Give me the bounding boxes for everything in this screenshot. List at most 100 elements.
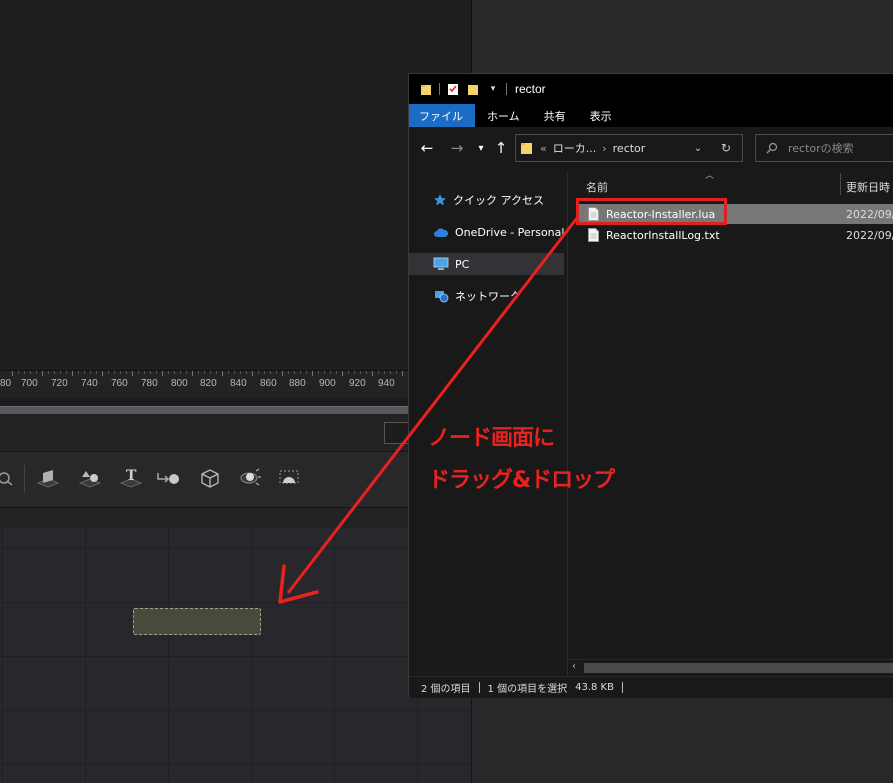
ruler-tick-mark xyxy=(264,371,265,374)
ruler-tick-mark xyxy=(234,371,235,374)
nav-item-label: OneDrive - Personal xyxy=(455,225,565,239)
search-box[interactable]: rectorの検索 xyxy=(755,134,893,162)
ruler-tick-mark xyxy=(348,371,349,374)
column-separator[interactable] xyxy=(840,173,841,195)
panel-button[interactable] xyxy=(384,422,410,444)
ruler-tick-mark xyxy=(240,371,241,374)
nav-item-network[interactable]: ネットワーク xyxy=(409,285,565,307)
breadcrumb-chevron-icon[interactable]: › xyxy=(602,142,606,155)
time-ruler[interactable]: 80 700 720 740 760 780 800 820 840 860 8… xyxy=(0,370,408,398)
ruler-tick-mark xyxy=(132,371,133,376)
column-header-date[interactable]: 更新日時 xyxy=(846,179,890,195)
ruler-tick-mark xyxy=(84,371,85,374)
ruler-tick-mark xyxy=(126,371,127,374)
ruler-tick-mark xyxy=(294,371,295,374)
ruler-tick-mark xyxy=(60,371,61,374)
file-row[interactable]: ReactorInstallLog.txt 2022/09/ xyxy=(578,225,893,245)
folder-icon xyxy=(419,82,433,96)
up-arrow-icon[interactable]: ↑ xyxy=(491,138,511,158)
column-header-name[interactable]: 名前 xyxy=(586,179,608,195)
ruler-tick-mark xyxy=(186,371,187,374)
file-list[interactable]: ︿ 名前 更新日時 Reactor-Installer.lua 2022/09/… xyxy=(568,171,893,659)
ruler-tick-mark xyxy=(402,371,403,376)
back-arrow-icon[interactable]: ← xyxy=(417,138,437,158)
ruler-tick: 840 xyxy=(230,378,247,389)
properties-icon[interactable] xyxy=(446,82,460,96)
address-bar[interactable]: « ローカ... › rector xyxy=(515,134,743,162)
ruler-tick: 820 xyxy=(200,378,217,389)
address-overflow[interactable]: « xyxy=(540,142,547,155)
file-name: ReactorInstallLog.txt xyxy=(606,228,720,242)
ruler-tick-mark xyxy=(252,371,253,376)
tab-share[interactable]: 共有 xyxy=(532,104,578,127)
computer-icon xyxy=(433,257,449,271)
ruler-tick-mark xyxy=(384,371,385,374)
ruler-tick-mark xyxy=(198,371,199,374)
forward-arrow-icon[interactable]: → xyxy=(447,138,467,158)
drop-target-node[interactable] xyxy=(133,608,261,635)
ruler-tick-mark xyxy=(114,371,115,374)
shape3d-icon[interactable] xyxy=(75,463,105,493)
ruler-tick-mark xyxy=(324,371,325,374)
search-icon xyxy=(766,142,778,154)
ruler-tick-mark xyxy=(222,371,223,376)
nav-item-pc[interactable]: PC xyxy=(409,253,564,275)
ruler-tick-mark xyxy=(210,371,211,374)
search-placeholder: rectorの検索 xyxy=(788,142,854,155)
recent-locations-chevron-icon[interactable]: ▾ xyxy=(471,138,491,158)
panel-strip xyxy=(0,414,408,452)
nav-item-label: クイック アクセス xyxy=(453,194,544,207)
customize-quick-access-icon[interactable]: ▾ xyxy=(486,82,500,96)
address-segment[interactable]: rector xyxy=(613,142,646,155)
file-explorer-window[interactable]: ▾ rector ファイル ホーム 共有 表示 ← → ▾ ↑ « ローカ...… xyxy=(408,73,893,698)
ruler-tick-mark xyxy=(396,371,397,374)
annotation-line-2: ドラッグ&ドロップ xyxy=(428,468,615,493)
nav-item-onedrive[interactable]: OneDrive - Personal xyxy=(409,221,565,243)
file-icon xyxy=(588,227,599,242)
merge3d-icon[interactable] xyxy=(154,463,184,493)
sort-ascending-icon: ︿ xyxy=(705,171,715,181)
node-editor-header xyxy=(0,508,408,528)
ruler-tick-mark xyxy=(366,371,367,374)
status-separator xyxy=(621,682,623,693)
ruler-tick-mark xyxy=(258,371,259,374)
ruler-tick-mark xyxy=(144,371,145,374)
effect-icon[interactable] xyxy=(0,463,20,493)
ruler-tick-mark xyxy=(336,371,337,374)
ruler-tick-mark xyxy=(228,371,229,374)
tab-view[interactable]: 表示 xyxy=(578,104,624,127)
ruler-tick-mark xyxy=(330,371,331,374)
status-separator xyxy=(478,682,480,693)
node-editor[interactable] xyxy=(0,508,471,783)
light-icon[interactable] xyxy=(235,463,265,493)
text3d-icon[interactable]: T xyxy=(116,463,146,493)
new-folder-icon[interactable] xyxy=(466,82,480,96)
address-segment[interactable]: ローカ... xyxy=(553,140,597,156)
file-highlight-box xyxy=(576,198,727,225)
ruler-tick-mark xyxy=(372,371,373,376)
image-plane-icon[interactable] xyxy=(33,463,63,493)
ruler-tick-mark xyxy=(24,371,25,374)
horizontal-scrollbar[interactable]: ‹ xyxy=(568,659,893,676)
selection-size: 43.8 KB xyxy=(575,682,614,693)
scrub-bar[interactable] xyxy=(0,406,408,414)
ruler-tick-mark xyxy=(120,371,121,374)
nav-item-quick-access[interactable]: クイック アクセス xyxy=(409,189,565,211)
camera3d-icon[interactable] xyxy=(195,463,225,493)
nav-item-label: ネットワーク xyxy=(455,290,521,303)
tab-file[interactable]: ファイル xyxy=(409,104,475,127)
ruler-tick: 740 xyxy=(81,378,98,389)
tab-home[interactable]: ホーム xyxy=(475,104,532,127)
scrollbar-thumb[interactable] xyxy=(584,663,893,673)
node-editor-right xyxy=(471,696,893,783)
ruler-tick-mark xyxy=(318,371,319,374)
toolbar-separator xyxy=(24,465,25,493)
ruler-tick-mark xyxy=(342,371,343,376)
ruler-tick-mark xyxy=(54,371,55,374)
renderer3d-icon[interactable] xyxy=(274,463,304,493)
address-dropdown-icon[interactable]: ⌄ xyxy=(691,140,705,156)
ruler-tick: 780 xyxy=(141,378,158,389)
refresh-icon[interactable]: ↻ xyxy=(717,140,735,156)
scroll-left-icon[interactable]: ‹ xyxy=(572,661,576,672)
ruler-tick-mark xyxy=(78,371,79,374)
